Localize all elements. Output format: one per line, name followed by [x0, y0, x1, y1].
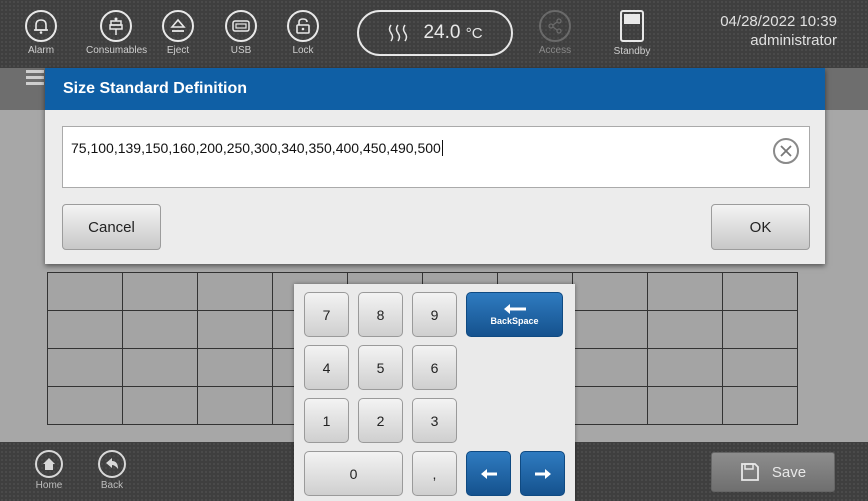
home-label: Home [35, 480, 63, 491]
home-icon [35, 450, 63, 478]
cancel-button[interactable]: Cancel [62, 204, 161, 250]
key-3[interactable]: 3 [412, 398, 457, 443]
cursor-right-button[interactable] [520, 451, 565, 496]
close-icon [780, 145, 792, 157]
backspace-label: BackSpace [490, 316, 539, 326]
eject-label: Eject [166, 45, 190, 56]
size-standard-dialog: Size Standard Definition 75,100,139,150,… [45, 68, 825, 264]
back-button[interactable]: Back [92, 450, 132, 491]
home-button[interactable]: Home [29, 450, 69, 491]
key-8[interactable]: 8 [358, 292, 403, 337]
key-2[interactable]: 2 [358, 398, 403, 443]
clear-input-button[interactable] [773, 138, 799, 164]
lock-icon [287, 10, 319, 42]
username: administrator [750, 32, 837, 49]
key-9[interactable]: 9 [412, 292, 457, 337]
key-6[interactable]: 6 [412, 345, 457, 390]
numeric-keypad: 7 8 9 BackSpace 4 5 6 1 2 3 0 , [294, 284, 575, 501]
eject-icon [162, 10, 194, 42]
lock-label: Lock [292, 45, 314, 56]
key-5[interactable]: 5 [358, 345, 403, 390]
usb-button[interactable]: USB [211, 8, 271, 64]
key-comma[interactable]: , [412, 451, 457, 496]
access-label: Access [538, 45, 572, 56]
save-button[interactable]: Save [711, 452, 835, 492]
dialog-title: Size Standard Definition [45, 68, 825, 110]
consumables-icon [100, 10, 132, 42]
left-arrow-icon [503, 304, 526, 314]
left-arrow-icon [480, 468, 497, 479]
key-1[interactable]: 1 [304, 398, 349, 443]
alarm-button[interactable]: Alarm [11, 8, 71, 64]
back-label: Back [100, 480, 124, 491]
right-arrow-icon [534, 468, 551, 479]
text-caret [441, 140, 443, 156]
key-7[interactable]: 7 [304, 292, 349, 337]
datetime: 04/28/2022 10:39 [720, 13, 837, 30]
heat-icon [389, 24, 408, 42]
alarm-label: Alarm [27, 45, 55, 56]
standby-label: Standby [613, 46, 651, 57]
input-value: 75,100,139,150,160,200,250,300,340,350,4… [71, 140, 441, 156]
backspace-button[interactable]: BackSpace [466, 292, 563, 337]
lock-button[interactable]: Lock [273, 8, 333, 64]
status-info: 04/28/2022 10:39 administrator [720, 12, 837, 50]
size-standard-input[interactable]: 75,100,139,150,160,200,250,300,340,350,4… [62, 126, 810, 188]
key-4[interactable]: 4 [304, 345, 349, 390]
bell-icon [25, 10, 57, 42]
consumables-label: Consumables [86, 45, 148, 56]
share-icon [539, 10, 571, 42]
menu-icon[interactable] [26, 70, 44, 86]
key-0[interactable]: 0 [304, 451, 403, 496]
usb-label: USB [230, 45, 252, 56]
save-label: Save [771, 463, 807, 481]
ok-button[interactable]: OK [711, 204, 810, 250]
usb-icon [225, 10, 257, 42]
access-button[interactable]: Access [525, 8, 585, 64]
temperature-display[interactable]: 24.0 °C [357, 10, 513, 56]
eject-button[interactable]: Eject [148, 8, 208, 64]
floppy-disk-icon [740, 463, 759, 481]
back-arrow-icon [98, 450, 126, 478]
standby-icon [620, 10, 644, 42]
consumables-button[interactable]: Consumables [86, 8, 148, 64]
temperature-value: 24.0 °C [423, 22, 483, 43]
standby-button[interactable]: Standby [612, 10, 652, 57]
cursor-left-button[interactable] [466, 451, 511, 496]
